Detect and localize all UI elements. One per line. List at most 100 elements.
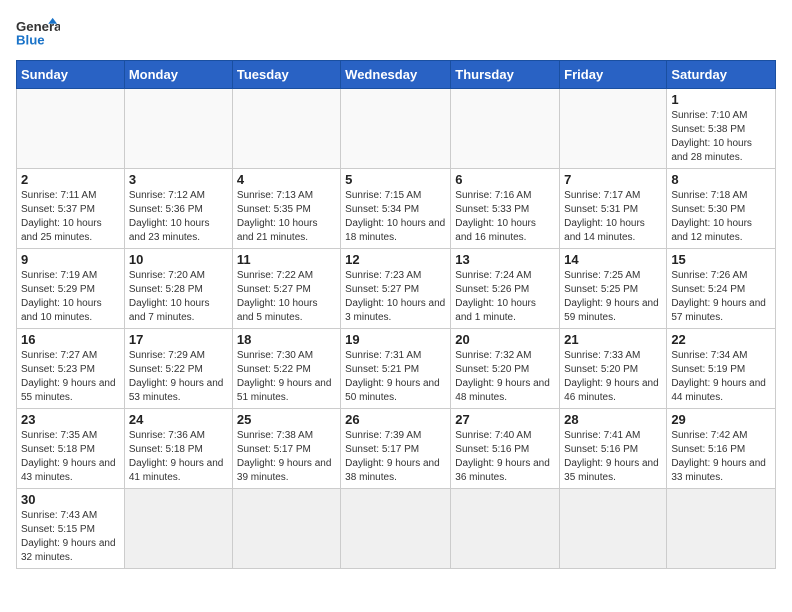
calendar-cell xyxy=(341,89,451,169)
column-header-sunday: Sunday xyxy=(17,61,125,89)
day-info: Sunrise: 7:18 AM Sunset: 5:30 PM Dayligh… xyxy=(671,189,771,245)
column-header-wednesday: Wednesday xyxy=(341,61,451,89)
day-info: Sunrise: 7:10 AM Sunset: 5:38 PM Dayligh… xyxy=(671,109,771,165)
calendar-cell xyxy=(451,489,560,569)
day-number: 30 xyxy=(21,492,120,507)
column-header-friday: Friday xyxy=(560,61,667,89)
column-header-saturday: Saturday xyxy=(667,61,776,89)
day-info: Sunrise: 7:38 AM Sunset: 5:17 PM Dayligh… xyxy=(237,429,336,485)
calendar-header-row: SundayMondayTuesdayWednesdayThursdayFrid… xyxy=(17,61,776,89)
calendar-cell: 9 Sunrise: 7:19 AM Sunset: 5:29 PM Daylig… xyxy=(17,249,125,329)
calendar-cell: 30 Sunrise: 7:43 AM Sunset: 5:15 PM Dayli… xyxy=(17,489,125,569)
calendar-cell xyxy=(124,489,232,569)
calendar-cell: 2 Sunrise: 7:11 AM Sunset: 5:37 PM Daylig… xyxy=(17,169,125,249)
calendar-cell: 12 Sunrise: 7:23 AM Sunset: 5:27 PM Dayli… xyxy=(341,249,451,329)
day-info: Sunrise: 7:22 AM Sunset: 5:27 PM Dayligh… xyxy=(237,269,336,325)
calendar-cell: 4Sunrise: 7:13 AM Sunset: 5:35 PM Daylig… xyxy=(232,169,340,249)
day-info: Sunrise: 7:42 AM Sunset: 5:16 PM Dayligh… xyxy=(671,429,771,485)
day-number: 25 xyxy=(237,412,336,427)
calendar-week-4: 16 Sunrise: 7:27 AM Sunset: 5:23 PM Dayli… xyxy=(17,329,776,409)
calendar-cell: 25 Sunrise: 7:38 AM Sunset: 5:17 PM Dayli… xyxy=(232,409,340,489)
calendar-cell: 3Sunrise: 7:12 AM Sunset: 5:36 PM Daylig… xyxy=(124,169,232,249)
calendar-week-3: 9 Sunrise: 7:19 AM Sunset: 5:29 PM Daylig… xyxy=(17,249,776,329)
calendar-cell: 21 Sunrise: 7:33 AM Sunset: 5:20 PM Dayli… xyxy=(560,329,667,409)
calendar-cell: 7 Sunrise: 7:17 AM Sunset: 5:31 PM Daylig… xyxy=(560,169,667,249)
page-header: General Blue xyxy=(16,16,776,52)
day-number: 19 xyxy=(345,332,446,347)
day-info: Sunrise: 7:15 AM Sunset: 5:34 PM Dayligh… xyxy=(345,189,446,245)
day-info: Sunrise: 7:30 AM Sunset: 5:22 PM Dayligh… xyxy=(237,349,336,405)
day-info: Sunrise: 7:16 AM Sunset: 5:33 PM Dayligh… xyxy=(455,189,555,245)
day-info: Sunrise: 7:39 AM Sunset: 5:17 PM Dayligh… xyxy=(345,429,446,485)
day-number: 4 xyxy=(237,172,336,187)
calendar-cell: 19 Sunrise: 7:31 AM Sunset: 5:21 PM Dayli… xyxy=(341,329,451,409)
day-info: Sunrise: 7:20 AM Sunset: 5:28 PM Dayligh… xyxy=(129,269,228,325)
day-number: 7 xyxy=(564,172,662,187)
calendar-cell xyxy=(341,489,451,569)
day-info: Sunrise: 7:29 AM Sunset: 5:22 PM Dayligh… xyxy=(129,349,228,405)
calendar-cell: 10Sunrise: 7:20 AM Sunset: 5:28 PM Dayli… xyxy=(124,249,232,329)
day-number: 15 xyxy=(671,252,771,267)
calendar-cell: 27Sunrise: 7:40 AM Sunset: 5:16 PM Dayli… xyxy=(451,409,560,489)
day-info: Sunrise: 7:31 AM Sunset: 5:21 PM Dayligh… xyxy=(345,349,446,405)
calendar-cell xyxy=(667,489,776,569)
day-info: Sunrise: 7:40 AM Sunset: 5:16 PM Dayligh… xyxy=(455,429,555,485)
day-number: 18 xyxy=(237,332,336,347)
calendar-cell xyxy=(560,489,667,569)
day-number: 21 xyxy=(564,332,662,347)
svg-text:Blue: Blue xyxy=(16,32,45,47)
day-info: Sunrise: 7:24 AM Sunset: 5:26 PM Dayligh… xyxy=(455,269,555,325)
day-number: 11 xyxy=(237,252,336,267)
day-info: Sunrise: 7:32 AM Sunset: 5:20 PM Dayligh… xyxy=(455,349,555,405)
day-info: Sunrise: 7:33 AM Sunset: 5:20 PM Dayligh… xyxy=(564,349,662,405)
day-number: 2 xyxy=(21,172,120,187)
calendar-cell: 23 Sunrise: 7:35 AM Sunset: 5:18 PM Dayli… xyxy=(17,409,125,489)
calendar-cell xyxy=(232,489,340,569)
day-number: 14 xyxy=(564,252,662,267)
generalblue-logo-icon: General Blue xyxy=(16,16,60,52)
day-info: Sunrise: 7:41 AM Sunset: 5:16 PM Dayligh… xyxy=(564,429,662,485)
day-number: 28 xyxy=(564,412,662,427)
column-header-monday: Monday xyxy=(124,61,232,89)
day-info: Sunrise: 7:25 AM Sunset: 5:25 PM Dayligh… xyxy=(564,269,662,325)
calendar-cell: 26 Sunrise: 7:39 AM Sunset: 5:17 PM Dayli… xyxy=(341,409,451,489)
calendar-table: SundayMondayTuesdayWednesdayThursdayFrid… xyxy=(16,60,776,569)
day-info: Sunrise: 7:11 AM Sunset: 5:37 PM Dayligh… xyxy=(21,189,120,245)
day-info: Sunrise: 7:17 AM Sunset: 5:31 PM Dayligh… xyxy=(564,189,662,245)
column-header-tuesday: Tuesday xyxy=(232,61,340,89)
calendar-cell: 24 Sunrise: 7:36 AM Sunset: 5:18 PM Dayli… xyxy=(124,409,232,489)
day-number: 20 xyxy=(455,332,555,347)
calendar-cell: 13Sunrise: 7:24 AM Sunset: 5:26 PM Dayli… xyxy=(451,249,560,329)
day-number: 8 xyxy=(671,172,771,187)
day-number: 5 xyxy=(345,172,446,187)
day-number: 12 xyxy=(345,252,446,267)
day-number: 17 xyxy=(129,332,228,347)
column-header-thursday: Thursday xyxy=(451,61,560,89)
calendar-cell: 1 Sunrise: 7:10 AM Sunset: 5:38 PM Daylig… xyxy=(667,89,776,169)
calendar-cell: 20 Sunrise: 7:32 AM Sunset: 5:20 PM Dayli… xyxy=(451,329,560,409)
day-number: 23 xyxy=(21,412,120,427)
calendar-cell: 29Sunrise: 7:42 AM Sunset: 5:16 PM Dayli… xyxy=(667,409,776,489)
calendar-cell: 14 Sunrise: 7:25 AM Sunset: 5:25 PM Dayli… xyxy=(560,249,667,329)
day-info: Sunrise: 7:26 AM Sunset: 5:24 PM Dayligh… xyxy=(671,269,771,325)
calendar-cell: 15 Sunrise: 7:26 AM Sunset: 5:24 PM Dayli… xyxy=(667,249,776,329)
day-number: 9 xyxy=(21,252,120,267)
calendar-cell: 5 Sunrise: 7:15 AM Sunset: 5:34 PM Daylig… xyxy=(341,169,451,249)
day-number: 24 xyxy=(129,412,228,427)
calendar-cell: 6 Sunrise: 7:16 AM Sunset: 5:33 PM Daylig… xyxy=(451,169,560,249)
day-info: Sunrise: 7:23 AM Sunset: 5:27 PM Dayligh… xyxy=(345,269,446,325)
day-number: 6 xyxy=(455,172,555,187)
calendar-cell: 22Sunrise: 7:34 AM Sunset: 5:19 PM Dayli… xyxy=(667,329,776,409)
day-number: 26 xyxy=(345,412,446,427)
day-info: Sunrise: 7:27 AM Sunset: 5:23 PM Dayligh… xyxy=(21,349,120,405)
day-info: Sunrise: 7:36 AM Sunset: 5:18 PM Dayligh… xyxy=(129,429,228,485)
calendar-week-6: 30 Sunrise: 7:43 AM Sunset: 5:15 PM Dayli… xyxy=(17,489,776,569)
calendar-cell: 17 Sunrise: 7:29 AM Sunset: 5:22 PM Dayli… xyxy=(124,329,232,409)
day-number: 1 xyxy=(671,92,771,107)
day-info: Sunrise: 7:35 AM Sunset: 5:18 PM Dayligh… xyxy=(21,429,120,485)
day-info: Sunrise: 7:19 AM Sunset: 5:29 PM Dayligh… xyxy=(21,269,120,325)
day-number: 16 xyxy=(21,332,120,347)
logo: General Blue xyxy=(16,16,60,52)
day-info: Sunrise: 7:43 AM Sunset: 5:15 PM Dayligh… xyxy=(21,509,120,565)
calendar-cell xyxy=(17,89,125,169)
